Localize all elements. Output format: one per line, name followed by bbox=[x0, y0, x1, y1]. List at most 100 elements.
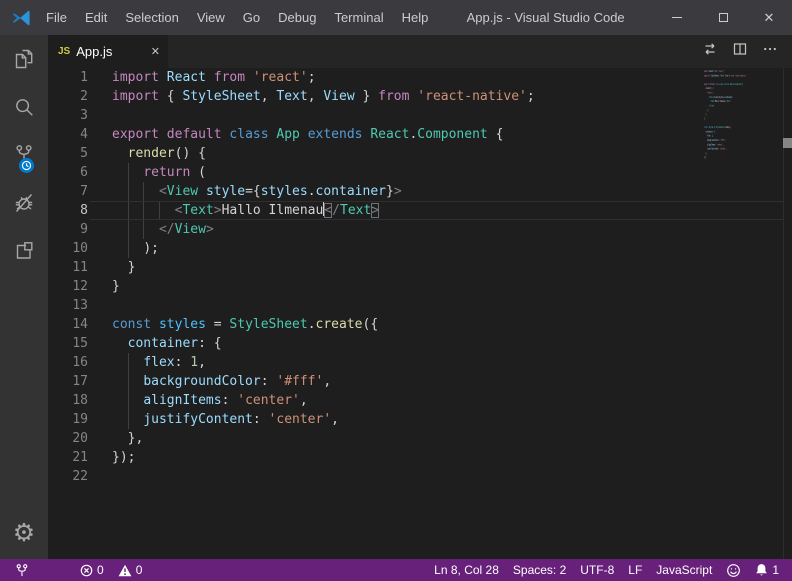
line-number[interactable]: 21 bbox=[48, 448, 88, 467]
code-line-14[interactable]: 14const styles = StyleSheet.create({ bbox=[48, 315, 792, 334]
line-number[interactable]: 20 bbox=[48, 429, 88, 448]
warning-triangle-icon bbox=[118, 564, 132, 577]
editor-actions bbox=[702, 35, 792, 68]
statusbar-problems-warnings[interactable]: 0 bbox=[111, 559, 150, 581]
window-title: App.js - Visual Studio Code bbox=[437, 10, 654, 25]
statusbar-problems-errors-label: 0 bbox=[97, 563, 104, 577]
line-number[interactable]: 1 bbox=[48, 68, 88, 87]
bell-icon bbox=[755, 563, 768, 577]
activitybar-extensions-icon[interactable] bbox=[0, 227, 48, 275]
menu-help[interactable]: Help bbox=[393, 0, 438, 35]
tab-close-icon[interactable]: ✕ bbox=[151, 45, 160, 58]
code-line-3[interactable]: 3 bbox=[48, 106, 792, 125]
code-line-4[interactable]: 4export default class App extends React.… bbox=[48, 125, 792, 144]
open-changes-icon[interactable] bbox=[702, 41, 718, 62]
code-line-2[interactable]: 2import { StyleSheet, Text, View } from … bbox=[48, 87, 792, 106]
line-number[interactable]: 14 bbox=[48, 315, 88, 334]
statusbar-end-of-line[interactable]: LF bbox=[621, 559, 649, 581]
split-editor-icon[interactable] bbox=[732, 41, 748, 62]
statusbar-feedback[interactable] bbox=[719, 559, 748, 581]
code-line-1[interactable]: 1import React from 'react'; bbox=[48, 68, 792, 87]
statusbar-language-mode[interactable]: JavaScript bbox=[649, 559, 719, 581]
more-actions-icon[interactable] bbox=[762, 41, 778, 62]
line-number[interactable]: 19 bbox=[48, 410, 88, 429]
overview-ruler-cursor-marker bbox=[783, 138, 792, 148]
title-bar: FileEditSelectionViewGoDebugTerminalHelp… bbox=[0, 0, 792, 35]
line-number[interactable]: 11 bbox=[48, 258, 88, 277]
line-number[interactable]: 18 bbox=[48, 391, 88, 410]
activitybar-source-control-icon[interactable] bbox=[0, 131, 48, 179]
line-number[interactable]: 15 bbox=[48, 334, 88, 353]
line-number[interactable]: 6 bbox=[48, 163, 88, 182]
maximize-button[interactable] bbox=[700, 0, 746, 35]
menu-go[interactable]: Go bbox=[234, 0, 269, 35]
line-number[interactable]: 3 bbox=[48, 106, 88, 125]
line-number[interactable]: 4 bbox=[48, 125, 88, 144]
code-line-11[interactable]: 11 } bbox=[48, 258, 792, 277]
code-line-17[interactable]: 17 backgroundColor: '#fff', bbox=[48, 372, 792, 391]
code-line-15[interactable]: 15 container: { bbox=[48, 334, 792, 353]
code-line-13[interactable]: 13 bbox=[48, 296, 792, 315]
overview-ruler[interactable] bbox=[783, 68, 792, 559]
activitybar-explorer-icon[interactable] bbox=[0, 35, 48, 83]
statusbar-indentation[interactable]: Spaces: 2 bbox=[506, 559, 573, 581]
code-line-16[interactable]: 16 flex: 1, bbox=[48, 353, 792, 372]
line-number[interactable]: 8 bbox=[48, 201, 88, 220]
line-number[interactable]: 16 bbox=[48, 353, 88, 372]
line-number[interactable]: 17 bbox=[48, 372, 88, 391]
menu-terminal[interactable]: Terminal bbox=[325, 0, 392, 35]
code-line-8[interactable]: 8 <Text>Hallo Ilmenau</Text> bbox=[48, 201, 792, 220]
menu-selection[interactable]: Selection bbox=[116, 0, 187, 35]
code-line-9[interactable]: 9 </View> bbox=[48, 220, 792, 239]
statusbar-cursor-position-label: Ln 8, Col 28 bbox=[434, 563, 499, 577]
indent-guide bbox=[128, 391, 129, 410]
line-number[interactable]: 13 bbox=[48, 296, 88, 315]
maximize-icon bbox=[719, 13, 728, 22]
menu-view[interactable]: View bbox=[188, 0, 234, 35]
statusbar-notifications-label: 1 bbox=[772, 563, 779, 577]
minimize-icon bbox=[672, 17, 682, 18]
statusbar-encoding[interactable]: UTF-8 bbox=[573, 559, 621, 581]
line-number[interactable]: 5 bbox=[48, 144, 88, 163]
statusbar-indentation-label: Spaces: 2 bbox=[513, 563, 566, 577]
close-icon: ✕ bbox=[764, 11, 775, 24]
tab-bar: JS App.js ✕ bbox=[48, 35, 792, 68]
line-number[interactable]: 10 bbox=[48, 239, 88, 258]
line-number[interactable]: 22 bbox=[48, 467, 88, 486]
line-number[interactable]: 2 bbox=[48, 87, 88, 106]
javascript-file-icon: JS bbox=[58, 46, 70, 57]
code-line-10[interactable]: 10 ); bbox=[48, 239, 792, 258]
code-line-5[interactable]: 5 render() { bbox=[48, 144, 792, 163]
code-line-19[interactable]: 19 justifyContent: 'center', bbox=[48, 410, 792, 429]
vscode-logo-icon bbox=[11, 8, 31, 28]
activitybar-debug-icon[interactable] bbox=[0, 179, 48, 227]
indent-guide bbox=[128, 220, 129, 239]
tab-appjs[interactable]: JS App.js ✕ bbox=[48, 35, 168, 68]
code-line-12[interactable]: 12} bbox=[48, 277, 792, 296]
line-number[interactable]: 9 bbox=[48, 220, 88, 239]
menu-debug[interactable]: Debug bbox=[269, 0, 325, 35]
tab-label: App.js bbox=[76, 44, 145, 59]
minimize-button[interactable] bbox=[654, 0, 700, 35]
statusbar-git-branch-status[interactable] bbox=[8, 559, 35, 581]
line-number[interactable]: 12 bbox=[48, 277, 88, 296]
code-line-7[interactable]: 7 <View style={styles.container}> bbox=[48, 182, 792, 201]
statusbar-notifications[interactable]: 1 bbox=[748, 559, 786, 581]
statusbar-problems-errors[interactable]: 0 bbox=[73, 559, 111, 581]
activitybar-search-icon[interactable] bbox=[0, 83, 48, 131]
code-line-6[interactable]: 6 return ( bbox=[48, 163, 792, 182]
indent-guide bbox=[143, 220, 144, 239]
statusbar-cursor-position[interactable]: Ln 8, Col 28 bbox=[427, 559, 506, 581]
menu-file[interactable]: File bbox=[37, 0, 76, 35]
activitybar-manage-gear-icon[interactable]: ⚙ bbox=[0, 508, 48, 556]
window-controls: ✕ bbox=[654, 0, 792, 35]
menu-edit[interactable]: Edit bbox=[76, 0, 116, 35]
code-line-21[interactable]: 21}); bbox=[48, 448, 792, 467]
statusbar-end-of-line-label: LF bbox=[628, 563, 642, 577]
code-line-20[interactable]: 20 }, bbox=[48, 429, 792, 448]
code-line-22[interactable]: 22 bbox=[48, 467, 792, 486]
close-button[interactable]: ✕ bbox=[746, 0, 792, 35]
code-editor[interactable]: 1import React from 'react';2import { Sty… bbox=[48, 68, 792, 559]
code-line-18[interactable]: 18 alignItems: 'center', bbox=[48, 391, 792, 410]
line-number[interactable]: 7 bbox=[48, 182, 88, 201]
